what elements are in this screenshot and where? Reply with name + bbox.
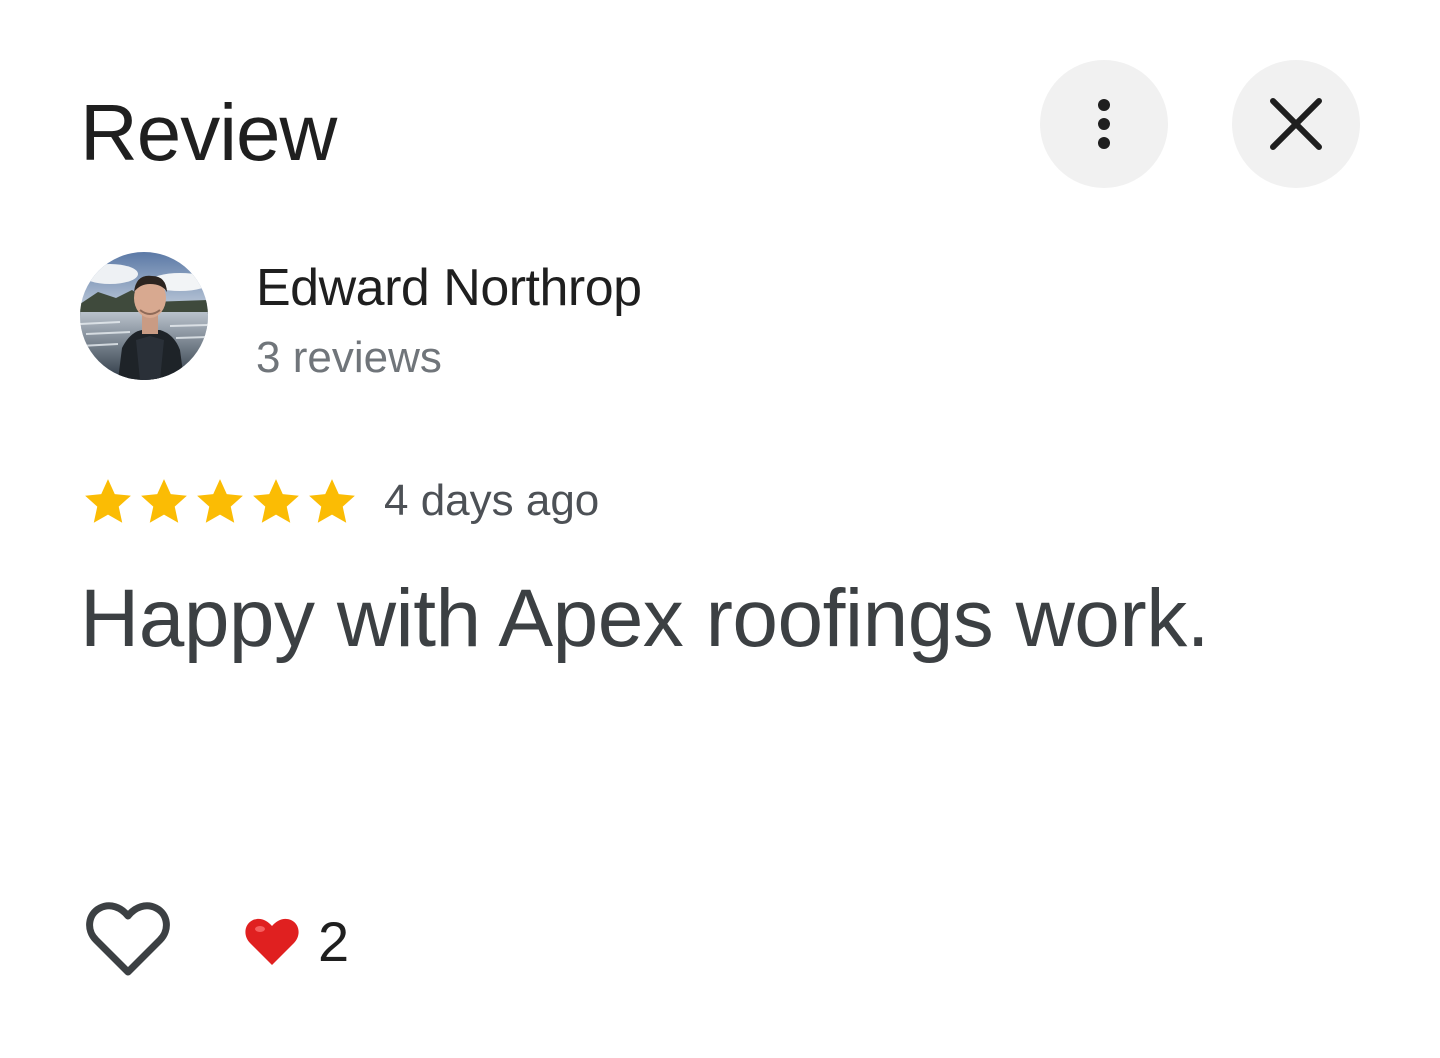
review-dialog: Review Edward Northrop 3 reviews 4 days … (0, 0, 1440, 1058)
star-icon (85, 479, 131, 523)
reaction-summary: 2 (244, 912, 349, 972)
star-icon (141, 479, 187, 523)
star-rating (80, 474, 360, 530)
heart-outline-icon (86, 902, 170, 976)
star-icon (253, 479, 299, 523)
avatar[interactable] (80, 252, 208, 380)
review-text: Happy with Apex roofings work. (80, 573, 1210, 664)
star-icon (197, 479, 243, 523)
avatar-photo (80, 252, 208, 380)
review-date: 4 days ago (384, 476, 600, 525)
author-name[interactable]: Edward Northrop (256, 258, 642, 318)
author-review-count: 3 reviews (256, 333, 442, 382)
more-vert-icon (1098, 99, 1110, 149)
close-icon (1270, 98, 1322, 150)
reaction-count: 2 (318, 910, 350, 973)
like-button[interactable] (84, 896, 172, 984)
star-icon (309, 479, 355, 523)
close-button[interactable] (1232, 60, 1360, 188)
more-options-button[interactable] (1040, 60, 1168, 188)
red-heart-icon (245, 918, 299, 965)
page-title: Review (80, 88, 337, 177)
